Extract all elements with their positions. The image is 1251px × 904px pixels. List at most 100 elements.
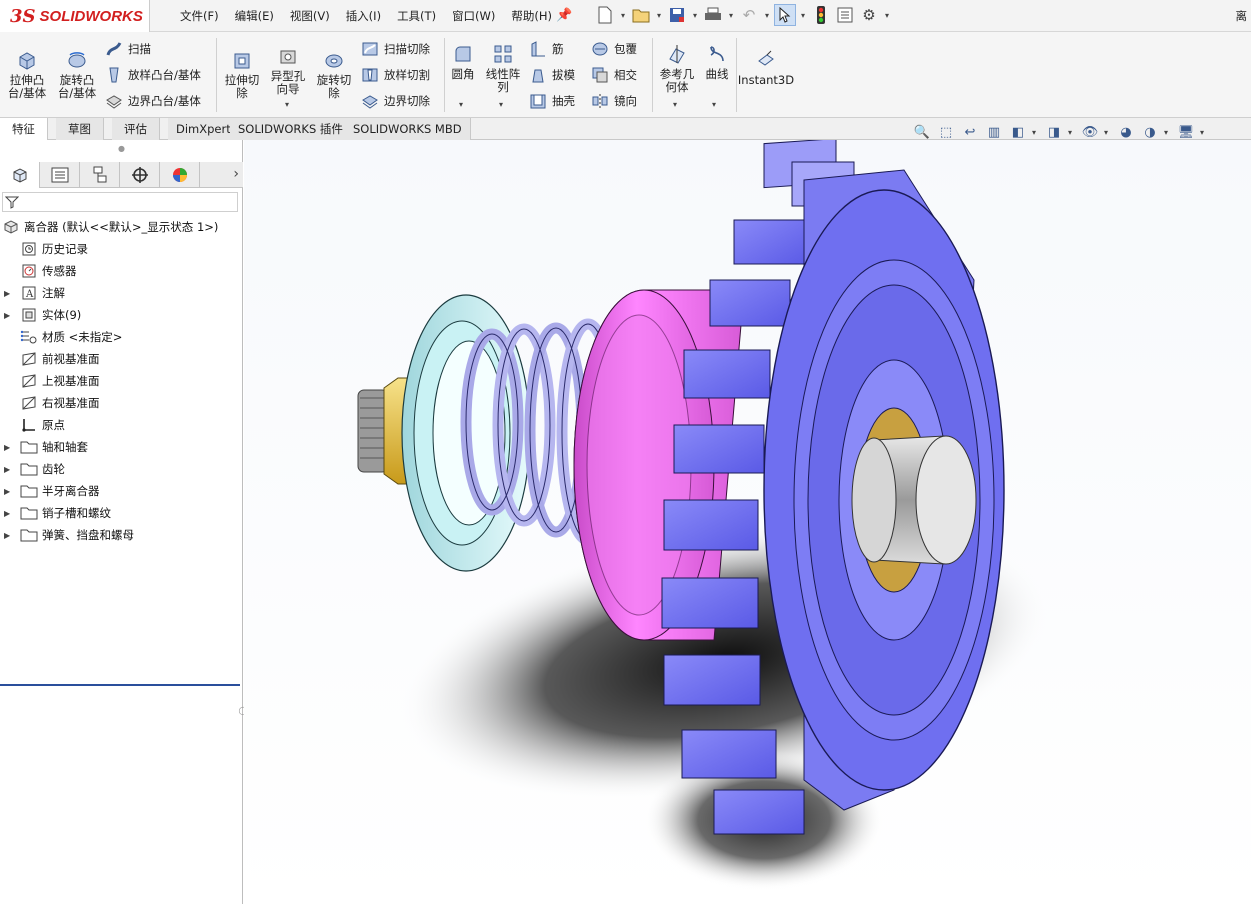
select-dropdown-icon[interactable]: ▾ (798, 11, 808, 20)
curves-button[interactable]: 曲线 (700, 42, 734, 81)
apply-scene-icon[interactable]: ◑ (1140, 122, 1160, 142)
tree-item[interactable]: ▶ A 注解 (0, 282, 243, 304)
intersect-button[interactable]: 相交 (590, 64, 637, 86)
lofted-cut-button[interactable]: 放样切割 (360, 64, 430, 86)
new-dropdown-icon[interactable]: ▾ (618, 11, 628, 20)
shell-button[interactable]: 抽壳 (528, 90, 575, 112)
tree-item[interactable]: 原点 (0, 414, 243, 436)
hole-wizard-dropdown-icon[interactable]: ▾ (285, 100, 289, 109)
reference-geometry-button[interactable]: 参考几 何体 (656, 42, 698, 94)
hole-wizard-button[interactable]: 异型孔 向导 (266, 44, 310, 96)
options-gear-icon[interactable]: ⚙ (858, 4, 880, 26)
menu-help[interactable]: 帮助(H) (503, 8, 560, 24)
edit-appearance-icon[interactable]: ◕ (1116, 122, 1136, 142)
tree-item[interactable]: 材质 <未指定> (0, 326, 243, 348)
menu-insert[interactable]: 插入(I) (338, 8, 389, 24)
open-dropdown-icon[interactable]: ▾ (654, 11, 664, 20)
revolve-boss-button[interactable]: 旋转凸 台/基体 (54, 48, 100, 100)
pin-icon[interactable]: 📌 (556, 8, 572, 23)
expand-arrow-icon[interactable]: ▶ (4, 311, 10, 320)
apply-scene-dropdown-icon[interactable]: ▾ (1164, 128, 1172, 137)
dimxpert-manager-tab-icon[interactable] (120, 162, 160, 188)
expand-arrow-icon[interactable]: ▶ (4, 289, 10, 298)
tab-mbd[interactable]: SOLIDWORKS MBD (345, 118, 471, 140)
menu-tools[interactable]: 工具(T) (389, 8, 444, 24)
tab-sketch[interactable]: 草图 (56, 118, 104, 140)
tree-item[interactable]: 历史记录 (0, 238, 243, 260)
view-orientation-dropdown-icon[interactable]: ▾ (1032, 128, 1040, 137)
tree-filter[interactable] (2, 192, 238, 212)
previous-view-icon[interactable]: ↩ (960, 122, 980, 142)
linear-pattern-button[interactable]: 线性阵 列 (482, 42, 524, 94)
menu-window[interactable]: 窗口(W) (444, 8, 503, 24)
open-folder-icon[interactable] (630, 4, 652, 26)
view-settings-icon[interactable]: 🖥 (1176, 122, 1196, 142)
expand-arrow-icon[interactable]: ▶ (4, 509, 10, 518)
mirror-button[interactable]: 镜向 (590, 90, 637, 112)
tree-item[interactable]: ▶ 弹簧、挡盘和螺母 (0, 524, 243, 546)
revolve-cut-button[interactable]: 旋转切 除 (312, 48, 356, 100)
tree-root[interactable]: 离合器 (默认<<默认>_显示状态 1>) (0, 216, 243, 238)
tree-item[interactable]: ▶ 齿轮 (0, 458, 243, 480)
display-manager-tab-icon[interactable] (160, 162, 200, 188)
panel-tabs-arrow-icon[interactable]: › (233, 166, 239, 182)
tree-item[interactable]: 传感器 (0, 260, 243, 282)
boundary-boss-button[interactable]: 边界凸台/基体 (104, 90, 201, 112)
undo-dropdown-icon[interactable]: ▾ (762, 11, 772, 20)
expand-arrow-icon[interactable]: ▶ (4, 487, 10, 496)
view-orientation-icon[interactable]: ◧ (1008, 122, 1028, 142)
rib-button[interactable]: 筋 (528, 38, 564, 60)
sweep-button[interactable]: 扫描 (104, 38, 151, 60)
new-document-icon[interactable] (594, 4, 616, 26)
print-dropdown-icon[interactable]: ▾ (726, 11, 736, 20)
output-shaft[interactable] (851, 435, 977, 565)
boundary-cut-button[interactable]: 边界切除 (360, 90, 430, 112)
extrude-cut-button[interactable]: 拉伸切 除 (220, 48, 264, 100)
rollback-bar[interactable] (0, 684, 240, 686)
property-manager-tab-icon[interactable] (40, 162, 80, 188)
zoom-to-area-icon[interactable]: ⬚ (936, 122, 956, 142)
panel-grip-icon[interactable]: ● (0, 144, 243, 153)
section-view-icon[interactable]: ▥ (984, 122, 1004, 142)
tree-item[interactable]: ▶ 实体(9) (0, 304, 243, 326)
tree-item[interactable]: ▶ 销子槽和螺纹 (0, 502, 243, 524)
fillet-dropdown-icon[interactable]: ▾ (459, 100, 463, 109)
extrude-boss-button[interactable]: 拉伸凸 台/基体 (6, 48, 48, 100)
wrap-button[interactable]: 包覆 (590, 38, 637, 60)
tab-addins[interactable]: SOLIDWORKS 插件 (230, 118, 352, 140)
model-view[interactable] (244, 140, 1251, 904)
tab-dimxpert[interactable]: DimXpert (168, 118, 240, 140)
menu-view[interactable]: 视图(V) (282, 8, 338, 24)
fillet-button[interactable]: 圆角 (448, 42, 478, 81)
solidworks-logo[interactable]: 3S SOLIDWORKS (0, 0, 150, 32)
expand-arrow-icon[interactable]: ▶ (4, 531, 10, 540)
options-dropdown-icon[interactable]: ▾ (882, 11, 892, 20)
tab-evaluate[interactable]: 评估 (112, 118, 160, 140)
configuration-manager-tab-icon[interactable] (80, 162, 120, 188)
menu-file[interactable]: 文件(F) (172, 8, 227, 24)
graphics-area[interactable] (244, 140, 1251, 904)
swept-cut-button[interactable]: 扫描切除 (360, 38, 430, 60)
tree-item[interactable]: 右视基准面 (0, 392, 243, 414)
traffic-light-icon[interactable] (810, 4, 832, 26)
tree-item[interactable]: 上视基准面 (0, 370, 243, 392)
display-style-dropdown-icon[interactable]: ▾ (1068, 128, 1076, 137)
feature-manager-tab-icon[interactable] (0, 162, 40, 188)
select-pointer-icon[interactable] (774, 4, 796, 26)
ref-geometry-dropdown-icon[interactable]: ▾ (673, 100, 677, 109)
instant3d-button[interactable]: Instant3D (738, 48, 794, 87)
print-icon[interactable] (702, 4, 724, 26)
zoom-to-fit-icon[interactable]: 🔍 (912, 122, 932, 142)
tree-item[interactable]: ▶ 半牙离合器 (0, 480, 243, 502)
undo-icon[interactable]: ↶ (738, 4, 760, 26)
draft-button[interactable]: 拔模 (528, 64, 575, 86)
tree-item[interactable]: ▶ 轴和轴套 (0, 436, 243, 458)
file-properties-icon[interactable] (834, 4, 856, 26)
save-icon[interactable] (666, 4, 688, 26)
tab-features[interactable]: 特征 (0, 118, 48, 140)
display-style-icon[interactable]: ◨ (1044, 122, 1064, 142)
pattern-dropdown-icon[interactable]: ▾ (499, 100, 503, 109)
expand-arrow-icon[interactable]: ▶ (4, 465, 10, 474)
expand-arrow-icon[interactable]: ▶ (4, 443, 10, 452)
curves-dropdown-icon[interactable]: ▾ (712, 100, 716, 109)
